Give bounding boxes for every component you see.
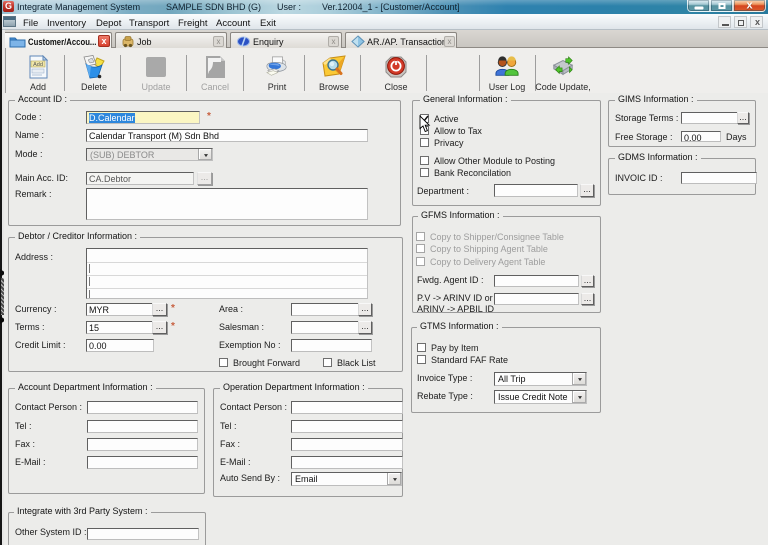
svg-text:Add: Add (33, 62, 43, 68)
